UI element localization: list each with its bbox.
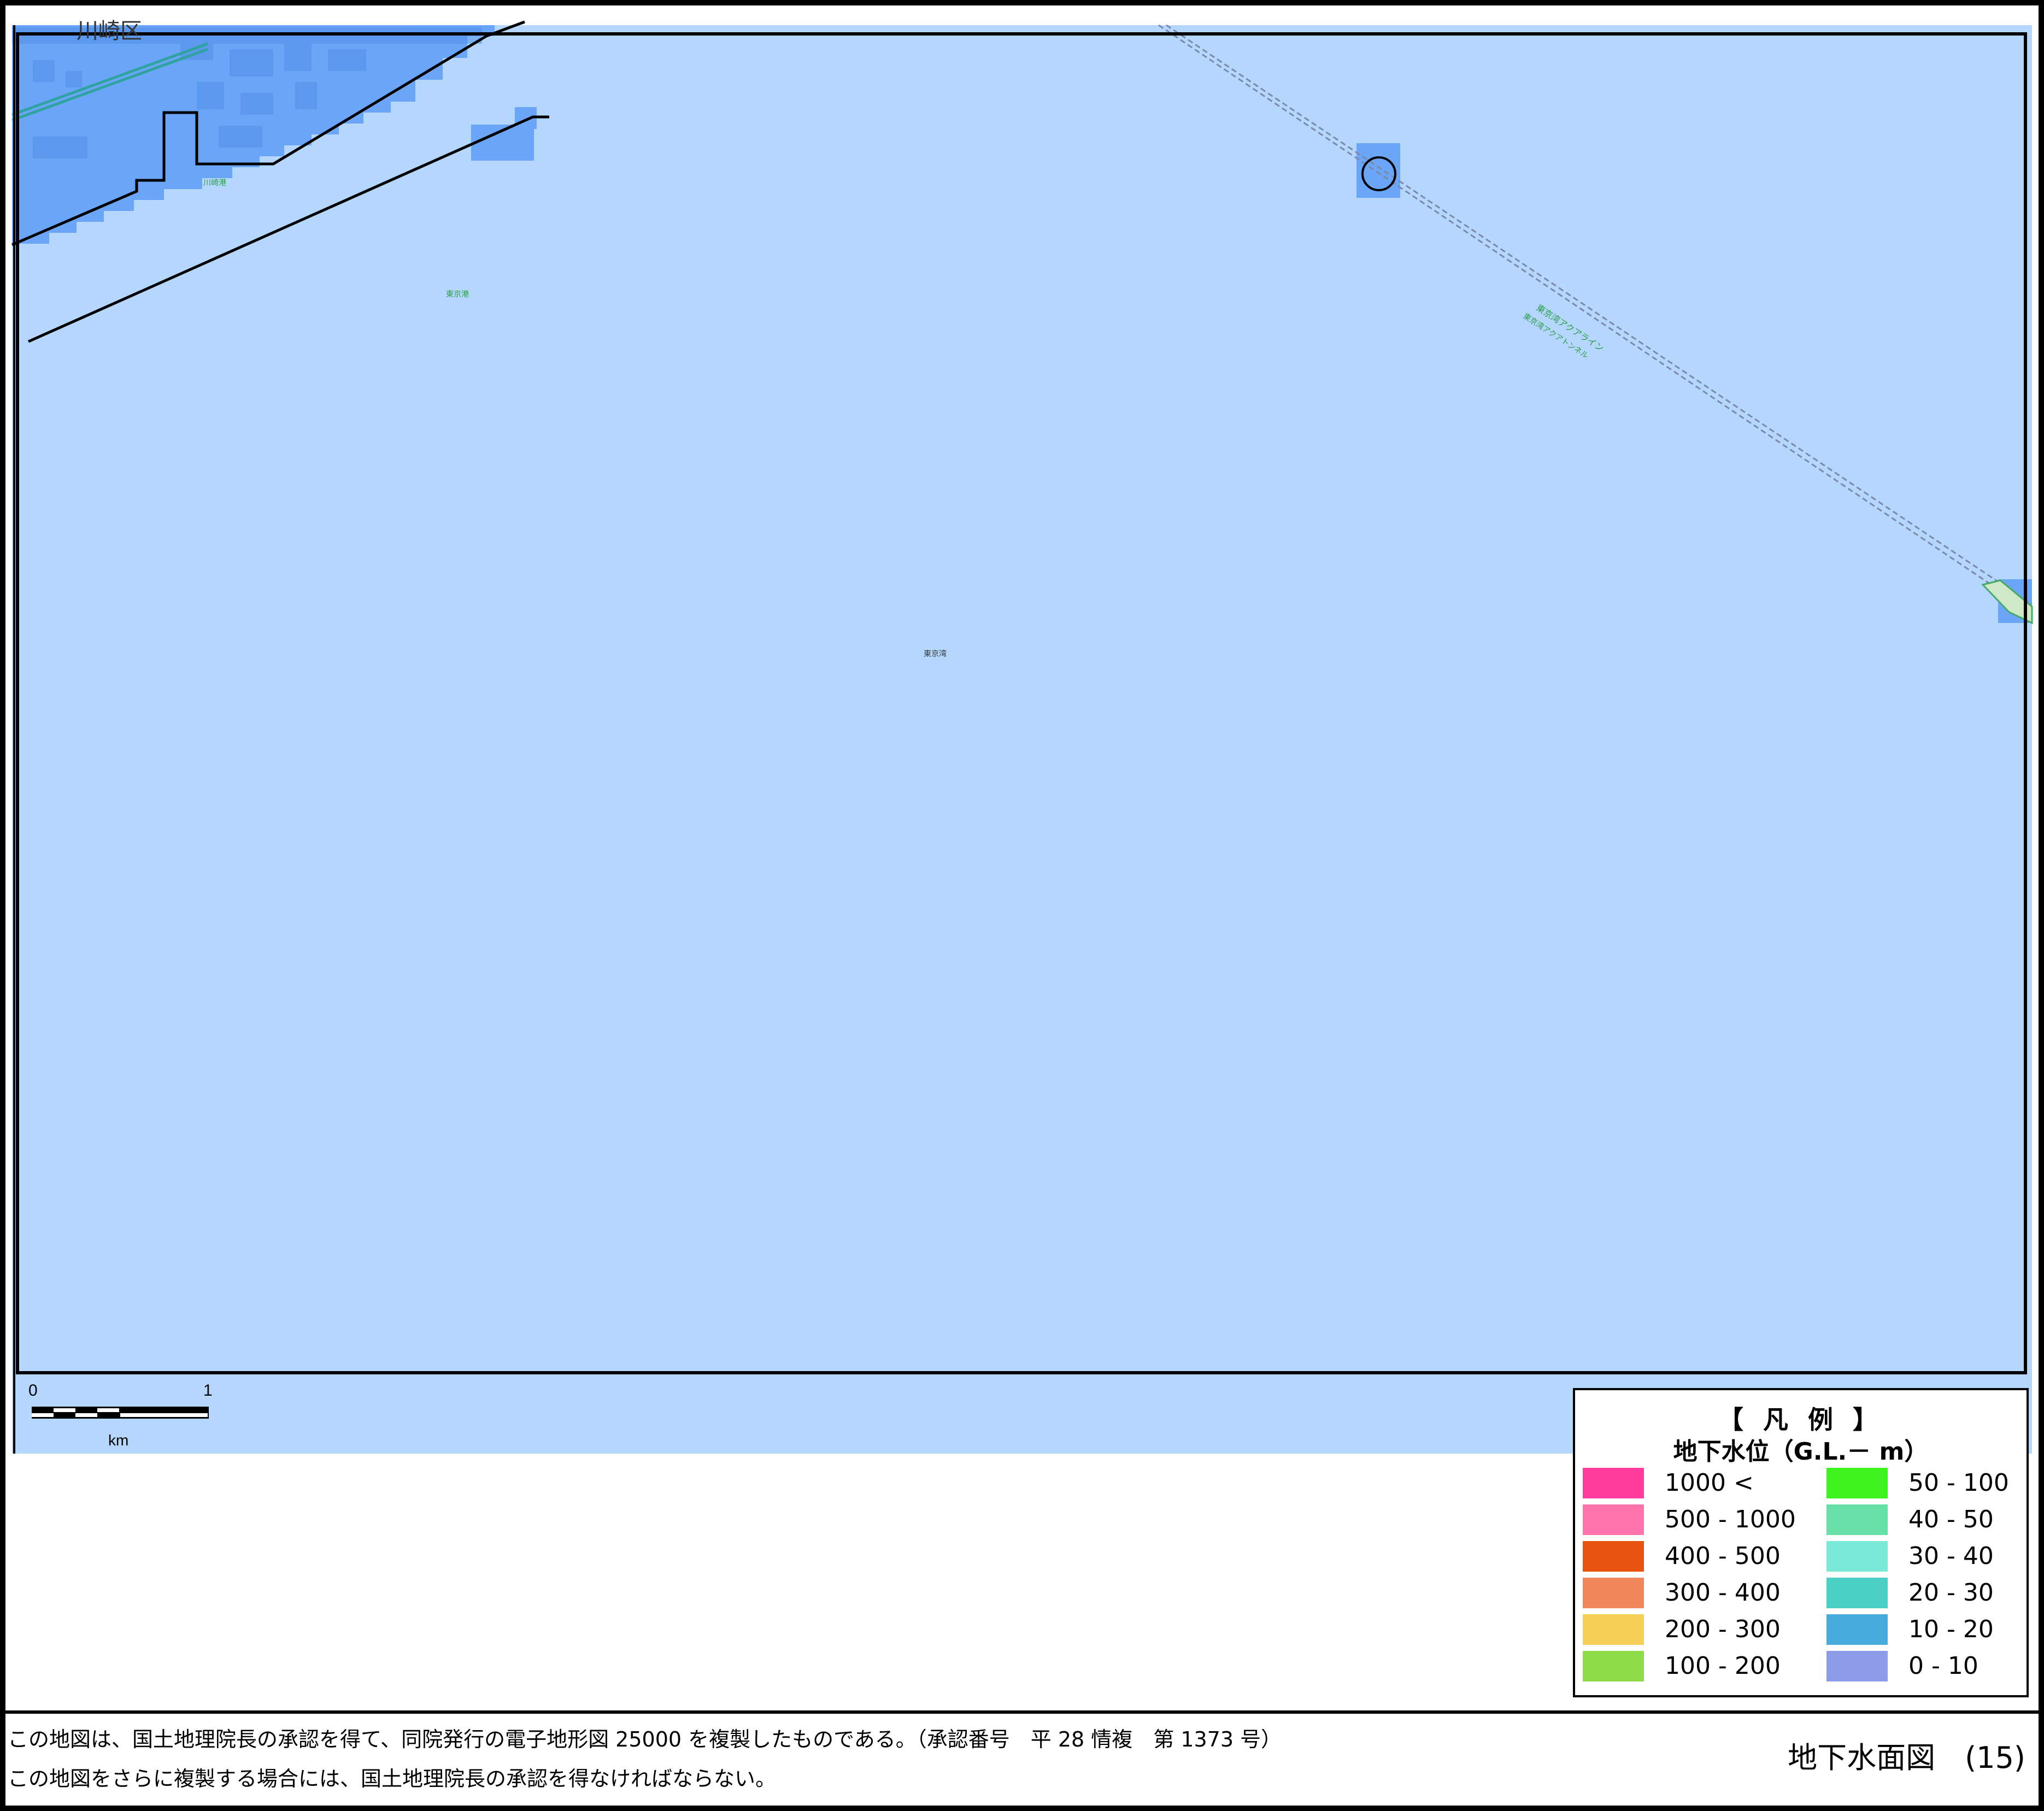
- legend-swatch: [1583, 1614, 1644, 1645]
- legend-swatch: [1826, 1504, 1888, 1535]
- city-label: 川崎区: [77, 19, 142, 44]
- legend-label: 40 - 50: [1908, 1506, 1994, 1533]
- scale-start-label: 0: [28, 1381, 38, 1400]
- scale-bar-graphic: [32, 1407, 209, 1419]
- sheet-title: 地下水面図 (15): [1788, 1741, 2025, 1775]
- legend-swatch: [1583, 1578, 1644, 1608]
- legend-label: 50 - 100: [1908, 1469, 2009, 1497]
- bay-label: 東京湾: [924, 650, 947, 658]
- scale-unit-label: km: [108, 1432, 129, 1449]
- scale-bar: 0 1 km: [28, 1381, 214, 1458]
- legend-swatch: [1826, 1578, 1888, 1608]
- legend-label: 10 - 20: [1908, 1615, 1994, 1643]
- legend-subtitle: 地下水位（G.L.－ m）: [1673, 1438, 1929, 1466]
- legend-swatch: [1826, 1468, 1888, 1498]
- water-area: [12, 25, 2032, 1454]
- legend-title: 【 凡 例 】: [1718, 1405, 1884, 1434]
- scale-end-label: 1: [203, 1381, 213, 1400]
- legend-swatch: [1583, 1651, 1644, 1681]
- port-label-kawasaki: 川崎港: [203, 179, 226, 187]
- legend-label: 0 - 10: [1908, 1652, 1978, 1680]
- copyright-note-line-1: この地図は、国土地理院長の承認を得て、同院発行の電子地形図 25000 を複製し…: [8, 1727, 1282, 1751]
- legend-label: 400 - 500: [1665, 1542, 1781, 1570]
- legend-label: 500 - 1000: [1665, 1506, 1796, 1533]
- copyright-note-line-2: この地図をさらに複製する場合には、国土地理院長の承認を得なければならない。: [8, 1767, 777, 1791]
- legend-swatch: [1826, 1541, 1888, 1572]
- footer-divider: [5, 1710, 2039, 1714]
- legend-swatch: [1583, 1504, 1644, 1535]
- legend-label: 1000 <: [1665, 1469, 1754, 1497]
- legend-swatch: [1826, 1614, 1888, 1645]
- legend-label: 30 - 40: [1908, 1542, 1994, 1570]
- legend-label: 300 - 400: [1665, 1579, 1781, 1607]
- port-label-tokyo: 東京港: [446, 290, 469, 299]
- legend-swatch: [1583, 1541, 1644, 1572]
- legend-label: 200 - 300: [1665, 1615, 1781, 1643]
- legend-label: 100 - 200: [1665, 1652, 1781, 1680]
- legend-box: 【 凡 例 】 地下水位（G.L.－ m） 1000 < 500 - 1000 40…: [1573, 1388, 2029, 1697]
- legend-label: 20 - 30: [1908, 1579, 1994, 1607]
- legend-swatch: [1583, 1468, 1644, 1498]
- legend-swatch: [1826, 1651, 1888, 1681]
